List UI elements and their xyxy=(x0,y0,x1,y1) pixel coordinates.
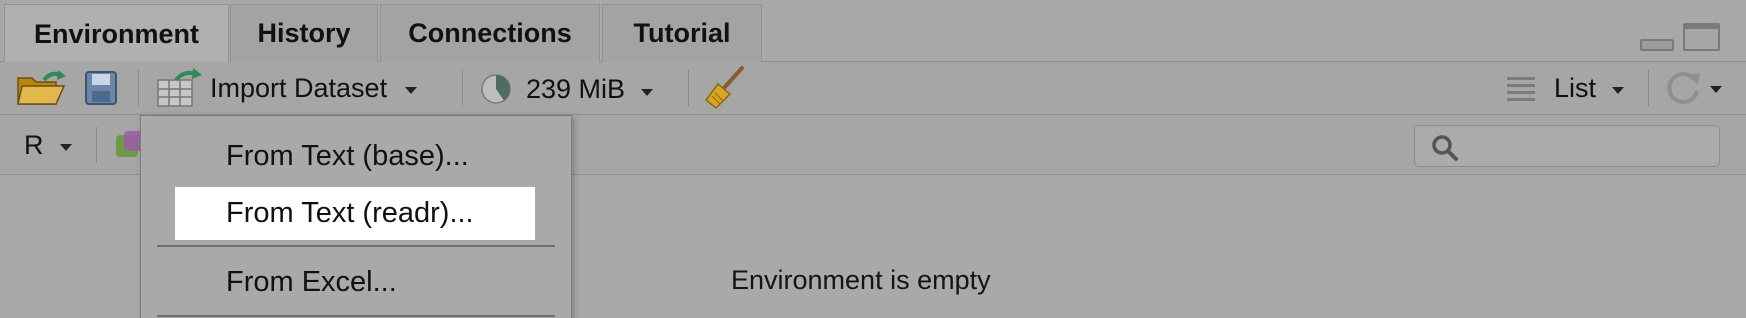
save-workspace-button[interactable] xyxy=(84,70,118,106)
menu-separator xyxy=(157,245,555,247)
search-icon xyxy=(1432,135,1458,161)
minimize-icon[interactable] xyxy=(1640,39,1674,51)
chevron-down-icon xyxy=(59,143,72,151)
maximize-icon[interactable] xyxy=(1683,23,1720,51)
import-dataset-icon xyxy=(157,68,202,107)
tab-environment[interactable]: Environment xyxy=(4,4,229,63)
empty-environment-message: Environment is empty xyxy=(731,265,991,295)
chevron-down-icon xyxy=(1710,85,1722,93)
open-folder-icon xyxy=(17,70,66,105)
broom-icon xyxy=(704,66,744,110)
import-dataset-button[interactable]: Import Dataset xyxy=(156,68,418,108)
chevron-down-icon xyxy=(1612,86,1625,94)
load-workspace-button[interactable] xyxy=(16,68,68,108)
menu-item-from-excel[interactable]: From Excel... xyxy=(175,256,535,309)
clear-workspace-button[interactable] xyxy=(704,66,746,110)
refresh-icon xyxy=(1667,72,1700,105)
toolbar-separator xyxy=(1648,70,1649,106)
toolbar-separator xyxy=(138,70,139,106)
tab-history[interactable]: History xyxy=(230,4,378,62)
view-mode-selector[interactable]: List xyxy=(1506,70,1625,106)
save-icon xyxy=(85,71,117,105)
memory-pie-icon xyxy=(481,74,511,104)
tab-tutorial[interactable]: Tutorial xyxy=(602,4,762,62)
toolbar-separator xyxy=(688,70,689,106)
refresh-button[interactable] xyxy=(1664,70,1722,106)
memory-usage-label: 239 MiB xyxy=(526,73,626,104)
import-dataset-label: Import Dataset xyxy=(210,72,388,103)
menu-item-from-text-readr[interactable]: From Text (readr)... xyxy=(175,187,535,240)
view-mode-label: List xyxy=(1554,72,1597,103)
language-selector[interactable]: R xyxy=(24,129,72,161)
language-label: R xyxy=(24,129,44,160)
search-input[interactable] xyxy=(1414,125,1720,167)
toolbar-separator xyxy=(462,70,463,106)
chevron-down-icon xyxy=(405,86,418,94)
pane-tab-bar: Environment History Connections Tutorial xyxy=(0,0,1746,63)
menu-separator xyxy=(157,315,555,317)
menu-item-from-text-base[interactable]: From Text (base)... xyxy=(175,130,535,183)
chevron-down-icon xyxy=(641,88,654,96)
memory-usage-button[interactable]: 239 MiB xyxy=(480,72,654,106)
import-dataset-menu: From Text (base)... From Text (readr)...… xyxy=(140,115,572,318)
list-icon xyxy=(1507,77,1535,101)
toolbar-separator xyxy=(96,127,97,163)
tab-connections[interactable]: Connections xyxy=(380,4,600,62)
environment-toolbar: Import Dataset 239 MiB List xyxy=(0,62,1746,115)
